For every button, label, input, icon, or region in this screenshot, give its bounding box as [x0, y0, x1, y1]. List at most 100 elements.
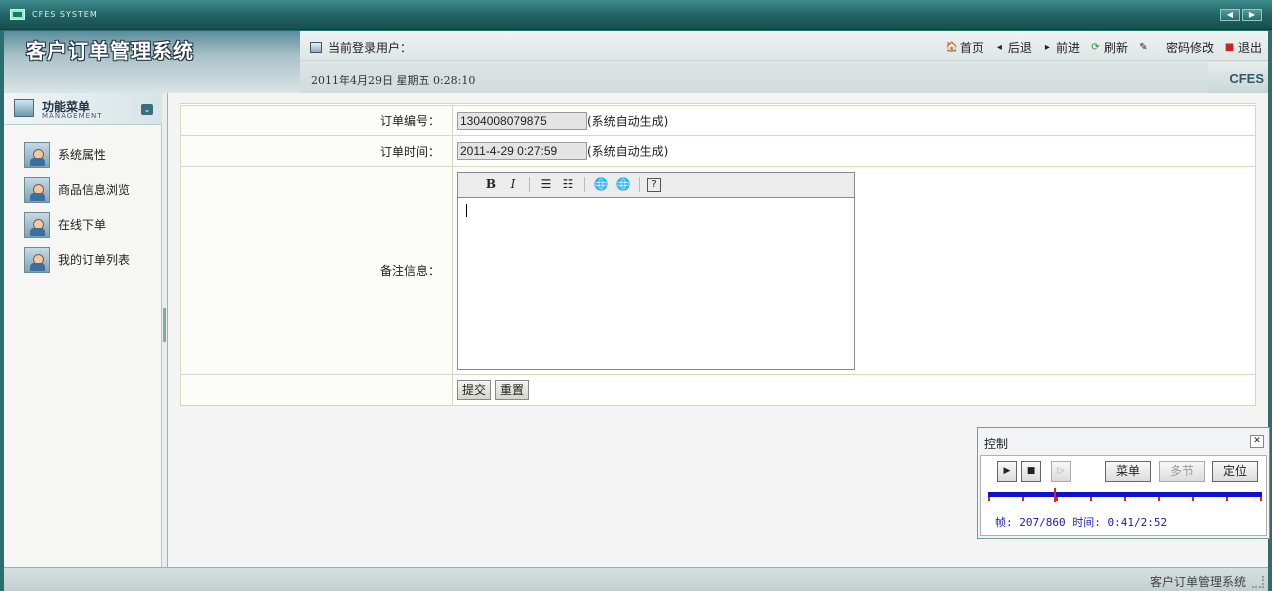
form-row-actions: 提交 重置	[180, 374, 1256, 406]
current-user: 当前登录用户：	[310, 39, 412, 56]
status-bar: 客户订单管理系统	[4, 567, 1268, 591]
multi-section-button[interactable]: 多节	[1159, 461, 1205, 482]
play-button[interactable]: ▶	[997, 461, 1017, 482]
user-icon	[24, 246, 50, 273]
text-caret	[466, 203, 467, 217]
nav-forward-label: 前进	[1055, 41, 1080, 55]
nav-back-label: 后退	[1007, 41, 1032, 55]
sidebar-item-label: 在线下单	[58, 218, 107, 232]
playback-status: 帧: 207/860 时间: 0:41/2:52	[995, 516, 1168, 529]
footer-text: 客户订单管理系统	[1149, 575, 1246, 589]
resize-grip-icon[interactable]	[1252, 576, 1264, 588]
system-title: 客户订单管理系统	[26, 39, 194, 63]
logout-icon: ■	[1224, 42, 1235, 53]
stop-button[interactable]: ■	[1021, 461, 1041, 482]
toolbar-separator	[529, 177, 530, 192]
ordered-list-icon[interactable]: ☰	[537, 176, 555, 193]
sidebar-item-system-properties[interactable]: 系统属性	[24, 137, 130, 172]
forward-arrow-icon: ▸	[1044, 42, 1050, 53]
nav-refresh[interactable]: ⟳ 刷新	[1090, 39, 1128, 56]
window-title: CFES SYSTEM	[32, 10, 98, 19]
insert-link-icon[interactable]: 🌐	[592, 176, 610, 193]
current-user-label: 当前登录用户：	[328, 41, 413, 55]
remove-link-icon[interactable]: 🌐	[614, 176, 632, 193]
sidebar: 功能菜单 MANAGEMENT ⌄ 系统属性 商品信息浏览 在线下单 我的订单列…	[4, 93, 162, 567]
nav-home[interactable]: 🏠 首页	[946, 39, 984, 56]
header-nav: 🏠 首页 ◂ 后退 ▸ 前进 ⟳ 刷新 ✎ 密码修改 ■ 退出	[946, 39, 1262, 56]
close-icon[interactable]: ✕	[1250, 435, 1264, 448]
playback-control-panel: 控制 ✕ ▶ ■ ▷ 菜单 多节 定位 帧: 207/860 时间: 0:41/…	[977, 427, 1270, 539]
sidebar-menu: 系统属性 商品信息浏览 在线下单 我的订单列表	[24, 137, 130, 277]
order-no-label: 订单编号：	[180, 104, 453, 136]
sidebar-item-label: 系统属性	[58, 148, 107, 162]
remark-cell: B I ☰ ☷ 🌐 🌐 ?	[452, 166, 1256, 375]
edit-icon: ✎	[1139, 42, 1148, 53]
form-row-order-no: 订单编号： 1304008079875 (系统自动生成)	[180, 104, 1256, 136]
scroll-left-icon[interactable]: ◀	[1220, 9, 1240, 21]
order-form: 订单编号： 1304008079875 (系统自动生成) 订单时间： 2011-4…	[180, 103, 1256, 406]
remark-editor: B I ☰ ☷ 🌐 🌐 ?	[457, 171, 855, 370]
progress-ticks	[988, 497, 1262, 503]
user-window-icon	[310, 42, 322, 53]
menu-icon	[14, 99, 34, 117]
window-titlebar: CFES SYSTEM ◀ ▶	[0, 0, 1272, 30]
user-icon	[24, 141, 50, 168]
refresh-icon: ⟳	[1091, 42, 1100, 53]
form-row-remark: 备注信息： B I ☰ ☷ 🌐 🌐 ?	[180, 166, 1256, 375]
order-no-hint: (系统自动生成)	[587, 114, 669, 128]
order-no-cell: 1304008079875 (系统自动生成)	[452, 104, 1256, 136]
reset-button[interactable]: 重置	[495, 380, 530, 400]
app-header: 客户订单管理系统 当前登录用户： 2011年4月29日 星期五 0:28:10 …	[4, 31, 1268, 93]
user-icon	[24, 176, 50, 203]
back-arrow-icon: ◂	[996, 42, 1002, 53]
nav-logout[interactable]: ■ 退出	[1224, 39, 1262, 56]
unordered-list-icon[interactable]: ☷	[559, 176, 577, 193]
nav-logout-label: 退出	[1237, 41, 1262, 55]
nav-back[interactable]: ◂ 后退	[994, 39, 1032, 56]
scroll-right-icon[interactable]: ▶	[1242, 9, 1262, 21]
user-icon	[24, 211, 50, 238]
italic-button[interactable]: I	[504, 176, 522, 193]
toolbar-separator	[584, 177, 585, 192]
bold-button[interactable]: B	[482, 176, 500, 193]
nav-change-password[interactable]: ✎ 密码修改	[1138, 39, 1214, 56]
collapse-icon[interactable]: ⌄	[141, 104, 153, 115]
nav-change-password-label: 密码修改	[1165, 41, 1214, 55]
window-controls: ◀ ▶	[1220, 9, 1262, 21]
sidebar-item-browse-products[interactable]: 商品信息浏览	[24, 172, 130, 207]
actions-spacer	[180, 374, 453, 406]
order-no-field[interactable]: 1304008079875	[457, 111, 587, 130]
current-datetime: 2011年4月29日 星期五 0:28:10	[311, 74, 476, 87]
toolbar-separator	[639, 177, 640, 192]
control-body: ▶ ■ ▷ 菜单 多节 定位 帧: 207/860 时间: 0:41/2:52	[980, 455, 1267, 536]
progress-marker[interactable]	[1053, 488, 1056, 502]
brand-label: CFES	[1229, 71, 1264, 86]
nav-forward[interactable]: ▸ 前进	[1042, 39, 1080, 56]
submit-button[interactable]: 提交	[457, 380, 492, 400]
control-title: 控制	[984, 437, 1009, 451]
order-time-field[interactable]: 2011-4-29 0:27:59	[457, 142, 587, 160]
sidebar-header: 功能菜单 MANAGEMENT ⌄	[4, 93, 162, 125]
remark-textarea[interactable]	[458, 198, 854, 369]
sidebar-subtitle: MANAGEMENT	[42, 112, 103, 120]
remark-label: 备注信息：	[180, 166, 453, 375]
window-icon	[10, 9, 25, 20]
sidebar-item-label: 商品信息浏览	[58, 183, 131, 197]
editor-toolbar: B I ☰ ☷ 🌐 🌐 ?	[458, 172, 854, 198]
help-button[interactable]: ?	[647, 177, 661, 192]
nav-home-label: 首页	[959, 41, 984, 55]
splitter-grip[interactable]	[163, 308, 166, 342]
step-forward-button[interactable]: ▷	[1051, 461, 1071, 482]
sidebar-item-place-order[interactable]: 在线下单	[24, 207, 130, 242]
sidebar-item-label: 我的订单列表	[58, 253, 131, 267]
locate-button[interactable]: 定位	[1212, 461, 1258, 482]
form-row-order-time: 订单时间： 2011-4-29 0:27:59 (系统自动生成)	[180, 135, 1256, 167]
order-time-cell: 2011-4-29 0:27:59 (系统自动生成)	[452, 135, 1256, 167]
order-time-hint: (系统自动生成)	[587, 144, 669, 159]
order-time-label: 订单时间：	[180, 135, 453, 167]
sidebar-item-my-orders[interactable]: 我的订单列表	[24, 242, 130, 277]
menu-button[interactable]: 菜单	[1105, 461, 1151, 482]
nav-refresh-label: 刷新	[1103, 41, 1128, 55]
home-icon: 🏠	[945, 42, 959, 53]
actions-cell: 提交 重置	[452, 374, 1256, 406]
